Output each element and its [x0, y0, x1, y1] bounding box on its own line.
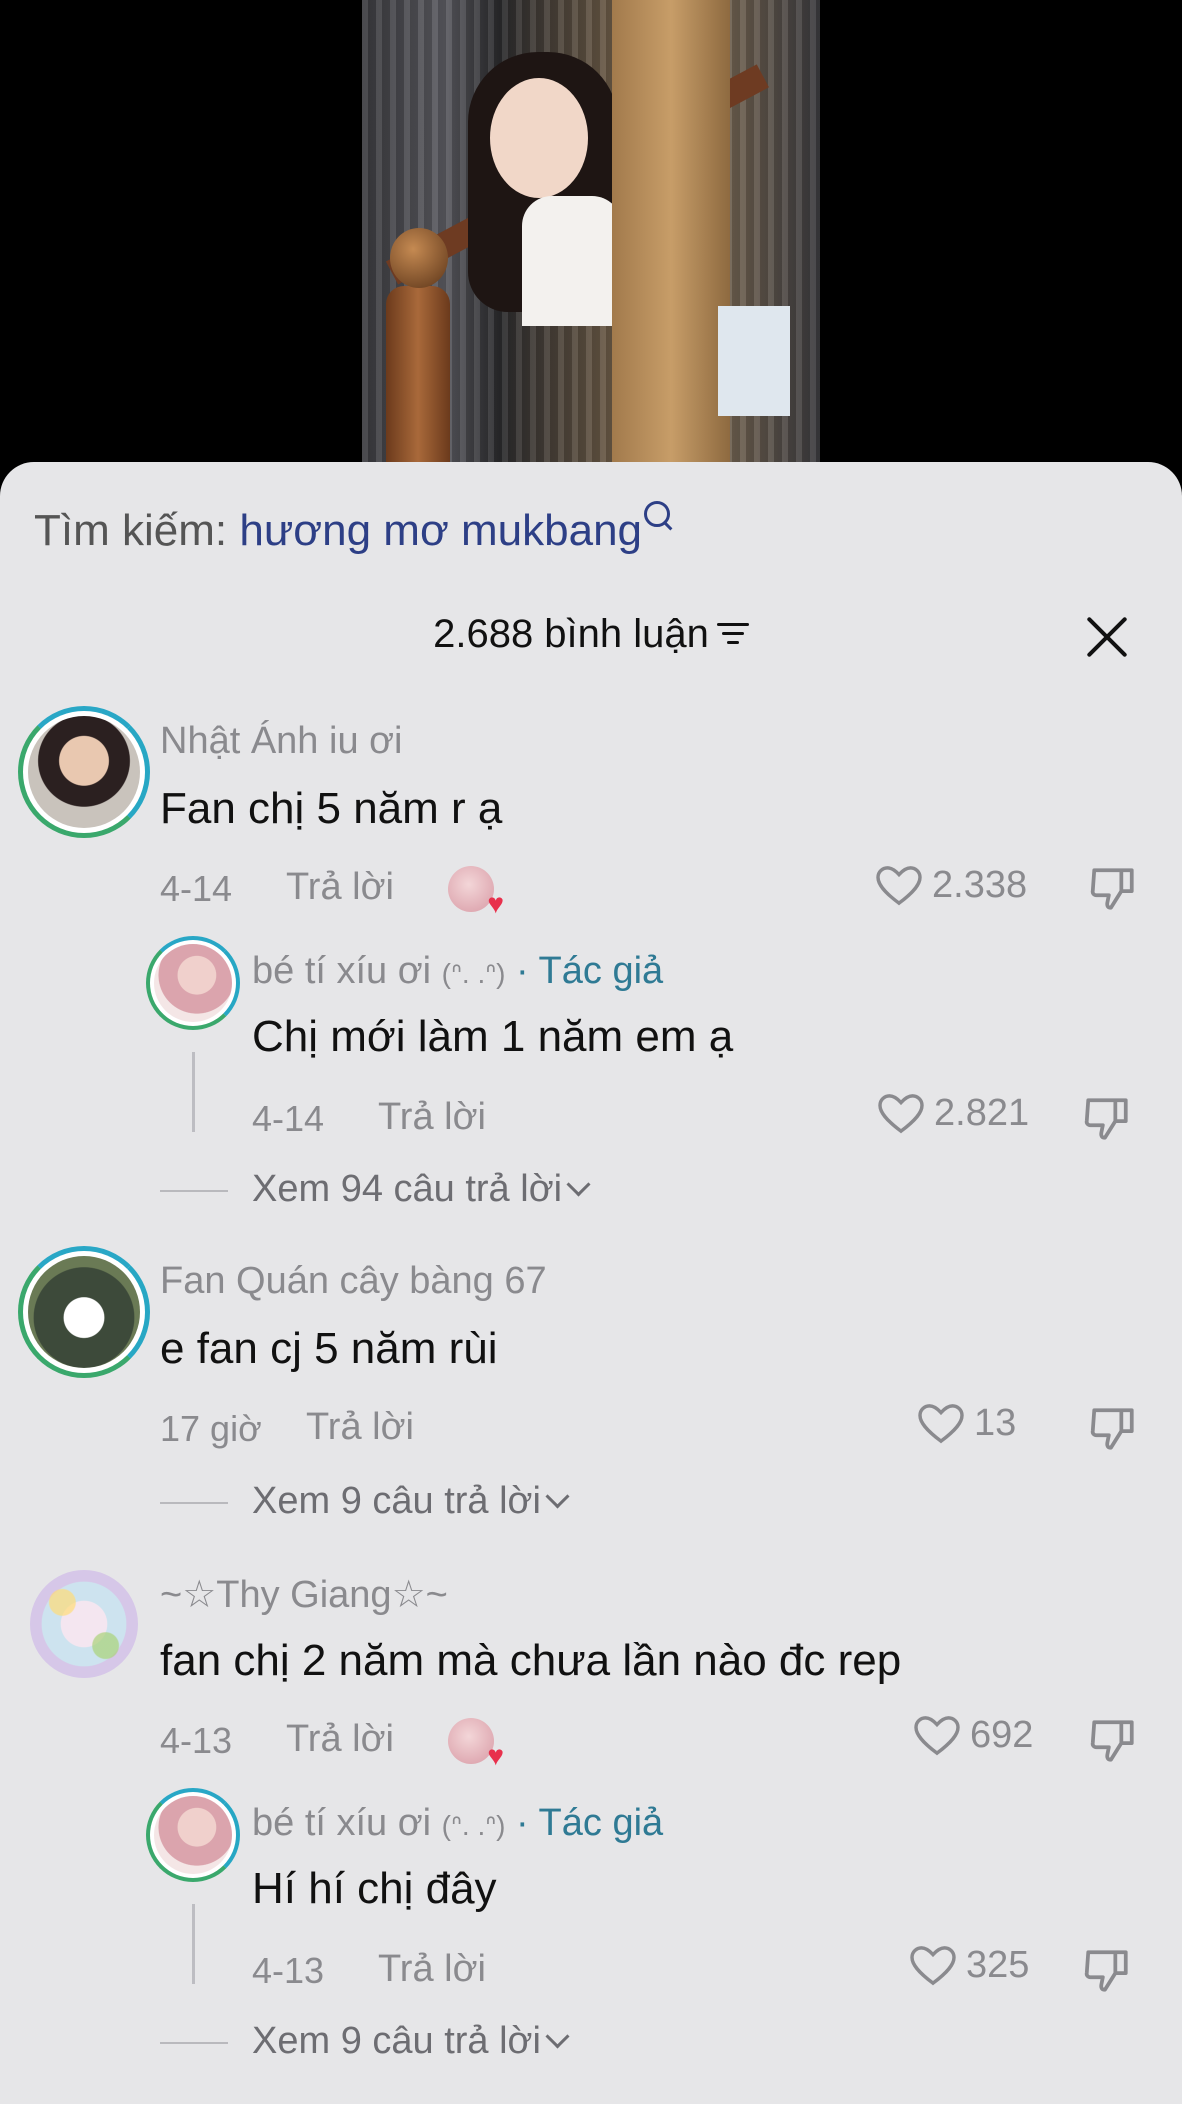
avatar-image — [28, 716, 140, 828]
reply-text: Hí hí chị đây — [252, 1864, 497, 1913]
stair-knob — [390, 228, 448, 288]
divider — [160, 2042, 228, 2044]
reply-username[interactable]: bé tí xíu ơi (ᐢ. .ᐢ) · Tác giả — [252, 1802, 663, 1845]
box — [718, 306, 790, 416]
wooden-post — [612, 0, 730, 462]
reply-button[interactable]: Trả lời — [286, 866, 394, 909]
like-count: 13 — [974, 1402, 1017, 1444]
reply-kaomoji: (ᐢ. .ᐢ) — [441, 958, 506, 989]
like-button[interactable]: 2.821 — [878, 1092, 1029, 1135]
comment-count: 2.688 bình luận — [433, 612, 709, 656]
avatar[interactable] — [18, 1246, 150, 1378]
divider — [160, 1502, 228, 1504]
search-icon[interactable] — [644, 501, 671, 527]
reply-avatar[interactable] — [146, 936, 240, 1030]
reply-text: Chị mới làm 1 năm em ạ — [252, 1012, 734, 1061]
search-suggestion[interactable]: Tìm kiếm: hương mơ mukbang — [34, 501, 671, 556]
comment-text: Fan chị 5 năm r ạ — [160, 784, 503, 833]
view-replies-button[interactable]: Xem 94 câu trả lời — [252, 1168, 591, 1211]
person-shirt — [522, 196, 622, 326]
person-face — [490, 78, 588, 198]
comment-username[interactable]: Fan Quán cây bàng 67 — [160, 1260, 547, 1303]
dislike-icon[interactable] — [1082, 1096, 1132, 1142]
creator-liked-icon — [448, 1718, 504, 1772]
avatar[interactable] — [18, 706, 150, 838]
author-tag: · Tác giả — [516, 1802, 664, 1844]
comment-text: fan chị 2 năm mà chưa lần nào đc rep — [160, 1636, 902, 1685]
reply-username-text: bé tí xíu ơi — [252, 1802, 432, 1844]
comment-username[interactable]: ~☆Thy Giang☆~ — [160, 1572, 448, 1617]
dislike-icon[interactable] — [1088, 1406, 1138, 1452]
search-query[interactable]: hương mơ mukbang — [239, 506, 642, 555]
reply-kaomoji: (ᐢ. .ᐢ) — [441, 1810, 506, 1841]
avatar-image — [28, 1256, 140, 1368]
comment-username[interactable]: Nhật Ánh iu ơi — [160, 720, 403, 763]
view-replies-label: Xem 9 câu trả lời — [252, 2020, 541, 2062]
like-button[interactable]: 13 — [918, 1402, 1016, 1445]
view-replies-label: Xem 94 câu trả lời — [252, 1168, 563, 1210]
comments-sheet: Tìm kiếm: hương mơ mukbang 2.688 bình lu… — [0, 462, 1182, 2104]
thread-line — [192, 1904, 195, 1984]
chevron-down-icon — [545, 2024, 570, 2049]
dislike-icon[interactable] — [1088, 866, 1138, 912]
comment-date: 17 giờ — [160, 1408, 262, 1449]
avatar-image — [154, 1796, 232, 1874]
like-count: 2.821 — [934, 1092, 1030, 1134]
view-replies-button[interactable]: Xem 9 câu trả lời — [252, 2020, 570, 2063]
reply-username[interactable]: bé tí xíu ơi (ᐢ. .ᐢ) · Tác giả — [252, 950, 663, 993]
heart-icon — [910, 1945, 956, 1985]
search-label: Tìm kiếm: — [34, 506, 228, 555]
reply-date: 4-13 — [252, 1950, 325, 1991]
comment-text: e fan cj 5 năm rùi — [160, 1324, 498, 1373]
video-frame[interactable] — [362, 0, 820, 462]
close-icon[interactable] — [1084, 614, 1130, 660]
like-count: 325 — [966, 1944, 1030, 1986]
stair-baluster — [386, 286, 450, 462]
reply-date: 4-14 — [252, 1098, 325, 1139]
like-count: 2.338 — [932, 864, 1028, 906]
view-replies-label: Xem 9 câu trả lời — [252, 1480, 541, 1522]
reply-button[interactable]: Trả lời — [378, 1096, 486, 1139]
avatar[interactable] — [30, 1570, 138, 1678]
reply-username-text: bé tí xíu ơi — [252, 950, 432, 992]
thread-line — [192, 1052, 195, 1132]
dislike-icon[interactable] — [1088, 1718, 1138, 1764]
video-preview[interactable] — [0, 0, 1182, 470]
like-button[interactable]: 692 — [914, 1714, 1033, 1757]
comment-date: 4-14 — [160, 868, 233, 909]
dislike-icon[interactable] — [1082, 1948, 1132, 1994]
chevron-down-icon — [545, 1484, 570, 1509]
like-button[interactable]: 325 — [910, 1944, 1029, 1987]
reply-avatar[interactable] — [146, 1788, 240, 1882]
view-replies-button[interactable]: Xem 9 câu trả lời — [252, 1480, 570, 1523]
author-tag: · Tác giả — [516, 950, 664, 992]
avatar-image — [154, 944, 232, 1022]
like-button[interactable]: 2.338 — [876, 864, 1027, 907]
reply-button[interactable]: Trả lời — [378, 1948, 486, 1991]
like-count: 692 — [970, 1714, 1034, 1756]
reply-button[interactable]: Trả lời — [306, 1406, 414, 1449]
heart-icon — [914, 1715, 960, 1755]
reply-button[interactable]: Trả lời — [286, 1718, 394, 1761]
heart-icon — [878, 1093, 924, 1133]
comment-date: 4-13 — [160, 1720, 233, 1761]
avatar-image — [30, 1570, 138, 1678]
heart-icon — [876, 865, 922, 905]
filter-icon[interactable] — [716, 621, 749, 647]
chevron-down-icon — [566, 1172, 591, 1197]
creator-liked-icon — [448, 866, 504, 920]
comments-header: 2.688 bình luận — [0, 612, 1182, 657]
heart-icon — [918, 1403, 964, 1443]
divider — [160, 1190, 228, 1192]
